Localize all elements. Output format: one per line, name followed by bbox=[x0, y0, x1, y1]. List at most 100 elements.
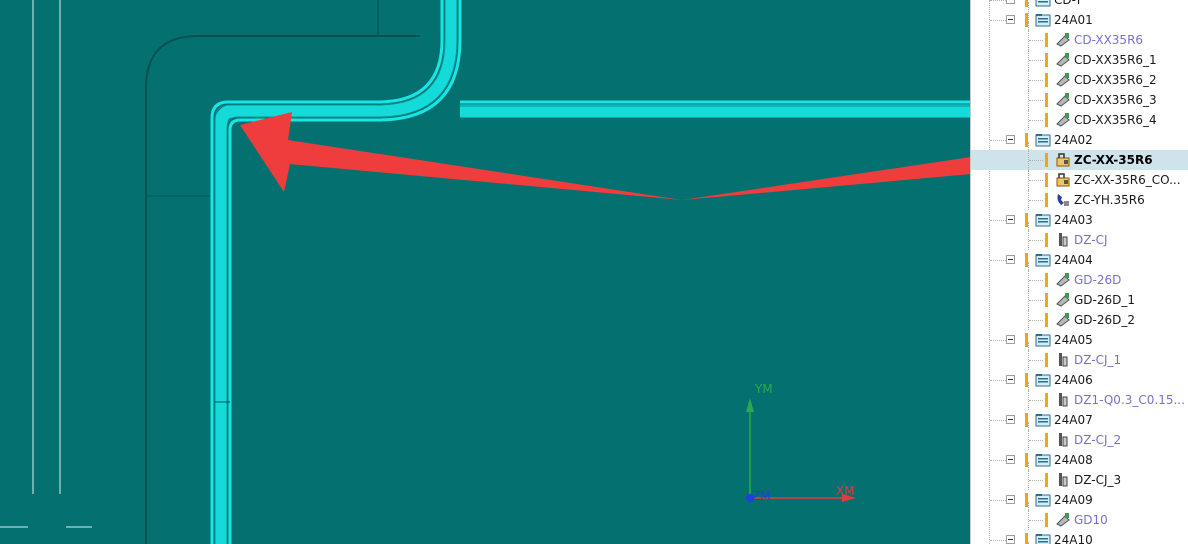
tree-group-item[interactable]: 24A01 bbox=[971, 10, 1188, 42]
tree-item-label: DZ-CJ bbox=[1074, 233, 1108, 247]
tool-operation-icon bbox=[1059, 353, 1068, 367]
status-warning-icon bbox=[1025, 13, 1028, 27]
collapse-toggle-icon[interactable] bbox=[1006, 335, 1015, 344]
tree-operation-item[interactable]: DZ-CJ_2 bbox=[971, 430, 1188, 450]
tree-group-item[interactable]: 24A06 bbox=[971, 370, 1188, 402]
tree-child-guide bbox=[1028, 190, 1029, 210]
tree-operation-item[interactable]: GD-26D_2 bbox=[971, 310, 1188, 330]
tree-group-item[interactable]: 24A10 bbox=[971, 530, 1188, 544]
tree-group-item[interactable]: 24A07 bbox=[971, 410, 1188, 442]
operation-navigator[interactable]: CD-T 24A01 CD-XX35R6 CD-XX35R6_1 CD-XX35R6_2… bbox=[970, 0, 1188, 544]
tree-child-guide bbox=[1028, 270, 1029, 290]
toolpath-line-b bbox=[226, 0, 458, 544]
tree-operation-item[interactable]: CD-XX35R6_3 bbox=[971, 90, 1188, 110]
tree-item-label: 24A07 bbox=[1054, 413, 1093, 427]
tree-operation-item[interactable]: CD-XX35R6_4 bbox=[971, 110, 1188, 130]
collapse-toggle-icon[interactable] bbox=[1006, 0, 1015, 4]
tree-child-guide bbox=[1028, 230, 1029, 250]
tool-operation-icon bbox=[1059, 393, 1068, 407]
drill-operation-icon bbox=[1056, 273, 1070, 287]
status-warning-icon bbox=[1025, 413, 1028, 427]
tree-operation-item[interactable]: GD-26D bbox=[971, 270, 1188, 290]
tree-item-label: 24A03 bbox=[1054, 213, 1093, 227]
tree-operation-item[interactable]: GD-26D_1 bbox=[971, 290, 1188, 310]
status-warning-icon bbox=[1045, 113, 1048, 127]
program-group-icon bbox=[1035, 374, 1051, 387]
program-group-icon bbox=[1035, 534, 1051, 544]
tree-item-label: CD-T bbox=[1054, 0, 1083, 7]
program-group-icon bbox=[1035, 0, 1051, 7]
collapse-toggle-icon[interactable] bbox=[1006, 495, 1015, 504]
tree-operation-item[interactable]: DZ-CJ_1 bbox=[971, 350, 1188, 370]
tree-group-item[interactable]: 24A09 bbox=[971, 490, 1188, 522]
graphics-viewport[interactable]: YM XM ZM bbox=[0, 0, 970, 544]
program-group-icon bbox=[1035, 454, 1051, 467]
tree-item-label: ZC-XX-35R6 bbox=[1074, 153, 1153, 167]
collapse-toggle-icon[interactable] bbox=[1006, 15, 1015, 24]
tree-connector bbox=[990, 140, 1006, 141]
tree-item-label: 24A05 bbox=[1054, 333, 1093, 347]
tree-item-label: CD-XX35R6_4 bbox=[1074, 113, 1157, 127]
status-warning-icon bbox=[1045, 33, 1048, 47]
tree-connector bbox=[1029, 100, 1043, 101]
tree-connector bbox=[1029, 440, 1043, 441]
toolpath-inner bbox=[228, 0, 462, 544]
axis-x-label: XM bbox=[836, 484, 855, 498]
status-warning-icon bbox=[1025, 373, 1028, 387]
tree-operation-item[interactable]: ZC-XX-35R6_CO... bbox=[971, 170, 1188, 190]
tree-group-item[interactable]: 24A05 bbox=[971, 330, 1188, 362]
tree-operation-item[interactable]: ZC-YH.35R6 bbox=[971, 190, 1188, 210]
tree-operation-item[interactable]: DZ1-Q0.3_C0.15... bbox=[971, 390, 1188, 410]
tool-operation-icon bbox=[1059, 233, 1068, 247]
status-warning-icon bbox=[1045, 473, 1048, 487]
annotation-arrow-right bbox=[682, 157, 970, 200]
status-warning-icon bbox=[1025, 213, 1028, 227]
tree-group-item[interactable]: 24A02 bbox=[971, 130, 1188, 162]
tree-operation-item[interactable]: DZ-CJ_3 bbox=[971, 470, 1188, 490]
collapse-toggle-icon[interactable] bbox=[1006, 375, 1015, 384]
status-warning-icon bbox=[1045, 73, 1048, 87]
drill-operation-icon bbox=[1056, 513, 1070, 527]
program-group-icon bbox=[1035, 14, 1051, 27]
tree-item-label: CD-XX35R6 bbox=[1074, 33, 1144, 47]
tree-child-guide bbox=[1028, 110, 1029, 130]
tree-child-guide bbox=[1028, 430, 1029, 450]
tree-item-label: DZ-CJ_3 bbox=[1074, 473, 1122, 487]
tree-item-label: ZC-XX-35R6_CO... bbox=[1074, 173, 1181, 187]
status-warning-icon bbox=[1045, 193, 1048, 207]
tree-operation-item[interactable]: CD-XX35R6_1 bbox=[971, 50, 1188, 70]
tree-group-item[interactable]: 24A03 bbox=[971, 210, 1188, 242]
tree-operation-item[interactable]: CD-XX35R6 bbox=[971, 30, 1188, 50]
tree-item-label: GD-26D_1 bbox=[1074, 293, 1136, 307]
tree-connector bbox=[990, 260, 1006, 261]
tree-group-item[interactable]: CD-T bbox=[971, 0, 1188, 22]
status-warning-icon bbox=[1045, 93, 1048, 107]
status-warning-icon bbox=[1025, 533, 1028, 544]
tree-group-item[interactable]: 24A04 bbox=[971, 250, 1188, 282]
drill-operation-icon bbox=[1056, 313, 1070, 327]
tree-connector bbox=[990, 420, 1006, 421]
tree-operation-item[interactable]: CD-XX35R6_2 bbox=[971, 70, 1188, 90]
tree-item-label: 24A09 bbox=[1054, 493, 1093, 507]
collapse-toggle-icon[interactable] bbox=[1006, 255, 1015, 264]
tree-connector bbox=[1029, 360, 1043, 361]
collapse-toggle-icon[interactable] bbox=[1006, 415, 1015, 424]
collapse-toggle-icon[interactable] bbox=[1006, 455, 1015, 464]
status-warning-icon bbox=[1045, 513, 1048, 527]
tree-group-item[interactable]: 24A08 bbox=[971, 450, 1188, 482]
collapse-toggle-icon[interactable] bbox=[1006, 535, 1015, 544]
tree-item-label: CD-XX35R6_3 bbox=[1074, 93, 1157, 107]
status-warning-icon bbox=[1045, 313, 1048, 327]
status-warning-icon bbox=[1045, 233, 1048, 247]
collapse-toggle-icon[interactable] bbox=[1006, 215, 1015, 224]
tree-operation-item[interactable]: GD10 bbox=[971, 510, 1188, 530]
status-warning-icon bbox=[1025, 253, 1028, 267]
status-warning-icon bbox=[1045, 153, 1048, 167]
tree-child-guide bbox=[1028, 290, 1029, 310]
tree-operation-item[interactable]: DZ-CJ bbox=[971, 230, 1188, 250]
collapse-toggle-icon[interactable] bbox=[1006, 135, 1015, 144]
tree-connector bbox=[1029, 300, 1043, 301]
tree-child-guide bbox=[1028, 90, 1029, 110]
tree-connector bbox=[1029, 280, 1043, 281]
tree-operation-item[interactable]: ZC-XX-35R6 bbox=[971, 150, 1188, 170]
